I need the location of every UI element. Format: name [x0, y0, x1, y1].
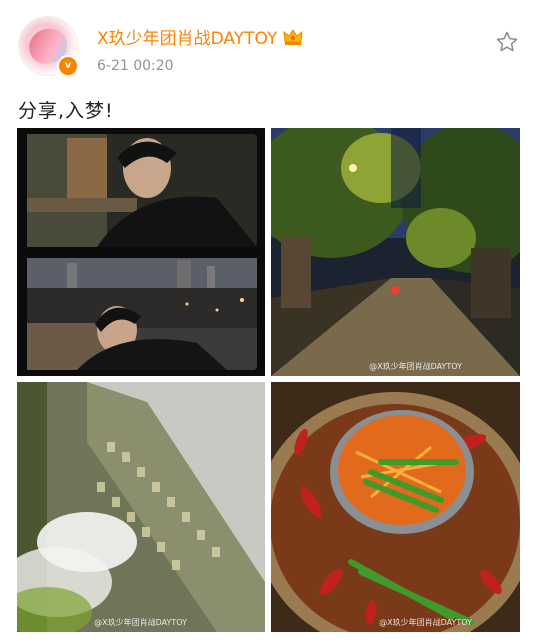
- avatar[interactable]: v: [18, 16, 79, 77]
- photo-hotpot[interactable]: @X玖少年团肖战DAYTOY: [271, 382, 520, 632]
- photo-balcony-portraits-art: [17, 128, 265, 376]
- photo-night-street[interactable]: @X玖少年团肖战DAYTOY: [271, 128, 520, 376]
- verified-badge-icon: v: [57, 55, 79, 77]
- image-watermark: @X玖少年团肖战DAYTOY: [369, 362, 462, 371]
- crown-icon: [283, 28, 303, 45]
- star-outline-icon[interactable]: [495, 30, 519, 54]
- photo-balcony-portraits[interactable]: [17, 128, 265, 376]
- photo-night-street-art: [271, 128, 520, 376]
- post-timestamp: 6-21 00:20: [97, 58, 174, 74]
- username[interactable]: X玖少年团肖战DAYTOY: [97, 24, 277, 49]
- photo-building[interactable]: @X玖少年团肖战DAYTOY: [17, 382, 265, 632]
- image-watermark: @X玖少年团肖战DAYTOY: [94, 618, 187, 627]
- post-text: 分享,入梦!: [18, 100, 114, 122]
- verified-badge-letter: v: [64, 60, 72, 71]
- weibo-post: v X玖少年团肖战DAYTOY 6-21 00:20 分享,入梦! @X玖少年团…: [0, 0, 535, 644]
- username-row: X玖少年团肖战DAYTOY: [97, 24, 303, 49]
- image-watermark: @X玖少年团肖战DAYTOY: [379, 618, 472, 627]
- photo-hotpot-art: [271, 382, 520, 632]
- photo-building-art: [17, 382, 265, 632]
